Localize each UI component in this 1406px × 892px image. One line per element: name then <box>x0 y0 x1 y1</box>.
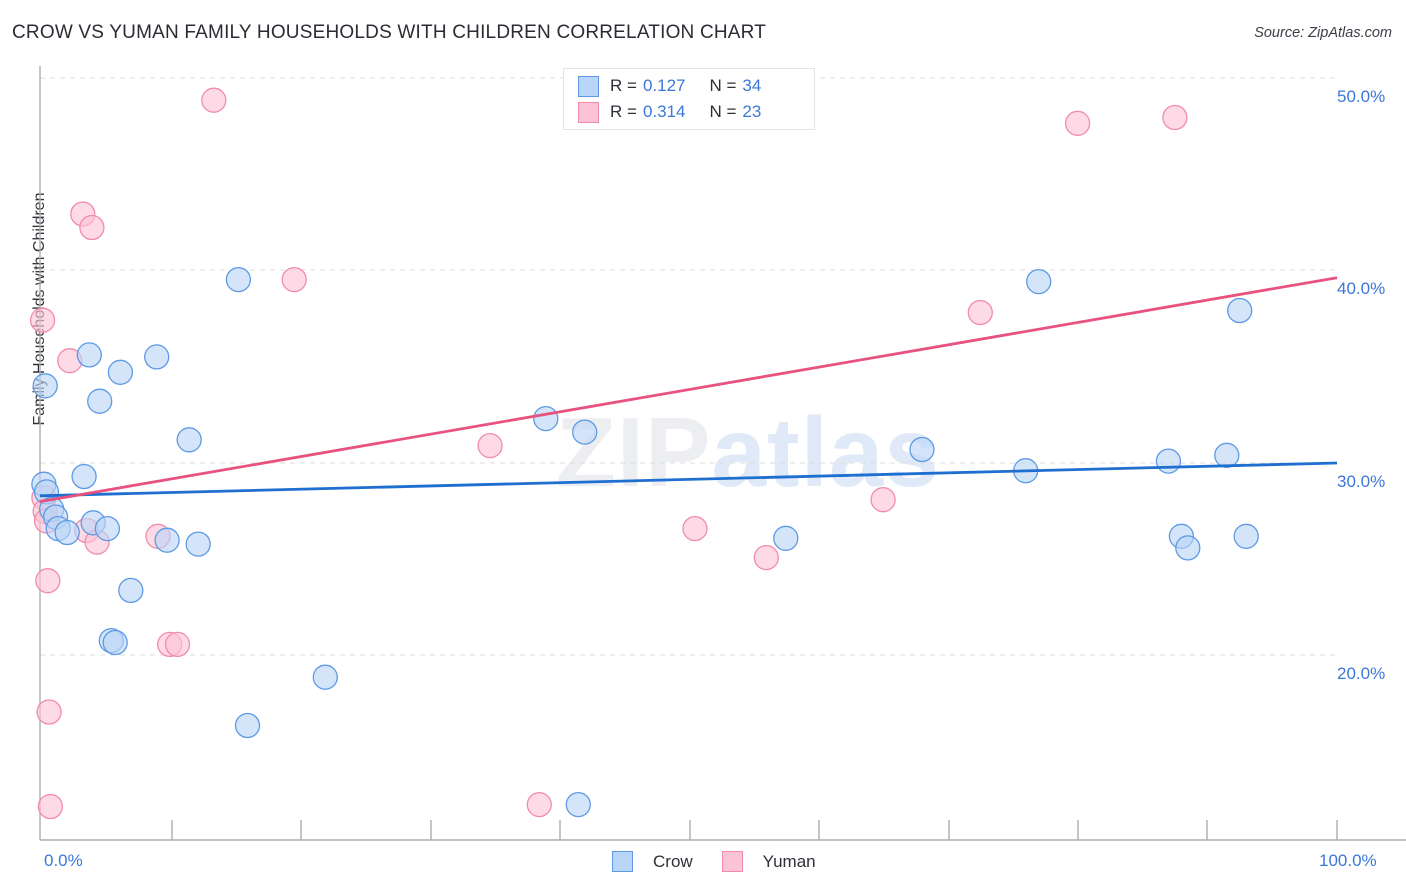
data-point-crow[interactable] <box>94 515 121 542</box>
data-point-crow[interactable] <box>76 342 102 368</box>
data-point-crow[interactable] <box>32 373 58 399</box>
data-point-yuman[interactable] <box>35 568 61 594</box>
data-point-yuman[interactable] <box>201 87 227 113</box>
data-point-crow[interactable] <box>565 791 591 818</box>
legend-item-crow[interactable]: Crow <box>612 851 693 872</box>
plot-area <box>29 66 1406 841</box>
gridlines <box>40 77 1336 656</box>
legend-n-label-crow: N = <box>709 76 737 95</box>
data-point-crow[interactable] <box>234 712 261 739</box>
x-tick-100: 100.0% <box>1319 851 1377 870</box>
legend-n-value-crow: 34 <box>742 76 762 95</box>
correlation-legend: R = 0.127 N = 34 R = 0.314 N = 23 <box>563 68 815 130</box>
legend-n-label-yuman: N = <box>709 102 737 121</box>
y-tick-50: 50.0% <box>1337 87 1386 106</box>
data-point-yuman[interactable] <box>36 699 62 725</box>
legend-r-value-yuman: 0.314 <box>642 102 686 121</box>
data-point-yuman[interactable] <box>79 214 105 241</box>
data-point-crow[interactable] <box>1233 523 1259 549</box>
data-point-yuman[interactable] <box>870 487 896 513</box>
data-point-yuman[interactable] <box>477 432 503 459</box>
data-point-crow[interactable] <box>118 577 144 604</box>
series-swatch-yuman <box>721 851 743 872</box>
data-point-crow[interactable] <box>185 531 211 557</box>
legend-n-value-yuman: 23 <box>742 102 762 121</box>
series-label-crow: Crow <box>653 851 693 871</box>
legend-item-yuman[interactable]: Yuman <box>721 851 816 872</box>
data-point-crow[interactable] <box>1227 297 1253 324</box>
data-point-crow[interactable] <box>533 405 559 432</box>
legend-swatch-crow <box>578 75 599 97</box>
data-point-yuman[interactable] <box>682 515 708 542</box>
data-point-yuman[interactable] <box>37 793 64 820</box>
data-point-crow[interactable] <box>87 388 113 414</box>
data-point-yuman[interactable] <box>967 299 993 326</box>
data-point-crow[interactable] <box>1175 535 1201 561</box>
series-swatch-crow <box>612 851 633 872</box>
y-tick-20: 20.0% <box>1337 664 1386 683</box>
data-point-yuman[interactable] <box>753 544 779 571</box>
data-point-crow[interactable] <box>225 266 252 293</box>
data-point-crow[interactable] <box>1214 442 1240 468</box>
data-point-yuman[interactable] <box>281 266 307 293</box>
data-point-crow[interactable] <box>1026 268 1052 295</box>
data-point-crow[interactable] <box>312 664 338 690</box>
data-point-crow[interactable] <box>1155 448 1182 474</box>
data-point-crow[interactable] <box>102 629 128 656</box>
x-axis-ticks <box>171 820 1338 840</box>
data-point-yuman[interactable] <box>29 307 56 333</box>
correlation-chart: CROW VS YUMAN FAMILY HOUSEHOLDS WITH CHI… <box>0 0 1406 892</box>
data-point-crow[interactable] <box>144 344 170 370</box>
data-point-crow[interactable] <box>107 359 134 385</box>
data-point-crow[interactable] <box>71 463 97 490</box>
data-point-crow[interactable] <box>572 419 598 445</box>
trendlines <box>39 276 1338 503</box>
y-tick-30: 30.0% <box>1337 472 1386 491</box>
data-point-crow[interactable] <box>909 436 935 463</box>
crow-data-points <box>31 266 1259 818</box>
legend-row-crow: R = 0.127 N = 34 <box>578 73 761 99</box>
data-point-crow[interactable] <box>154 527 180 553</box>
series-label-yuman: Yuman <box>762 851 816 871</box>
data-point-yuman[interactable] <box>526 791 552 818</box>
data-point-crow[interactable] <box>773 525 799 551</box>
data-point-yuman[interactable] <box>164 631 191 658</box>
data-point-crow[interactable] <box>176 427 202 453</box>
legend-r-value-crow: 0.127 <box>642 76 686 95</box>
series-legend: Crow Yuman <box>612 851 835 872</box>
yuman-data-points <box>29 87 1188 820</box>
legend-r-label-crow: R = <box>610 76 637 95</box>
legend-r-label-yuman: R = <box>610 102 637 121</box>
y-tick-40: 40.0% <box>1337 279 1386 298</box>
legend-swatch-yuman <box>578 101 599 123</box>
data-point-yuman[interactable] <box>1162 104 1188 131</box>
data-point-yuman[interactable] <box>1064 110 1091 136</box>
x-tick-0: 0.0% <box>44 851 83 870</box>
data-point-crow[interactable] <box>54 519 80 546</box>
legend-row-yuman: R = 0.314 N = 23 <box>578 99 761 125</box>
